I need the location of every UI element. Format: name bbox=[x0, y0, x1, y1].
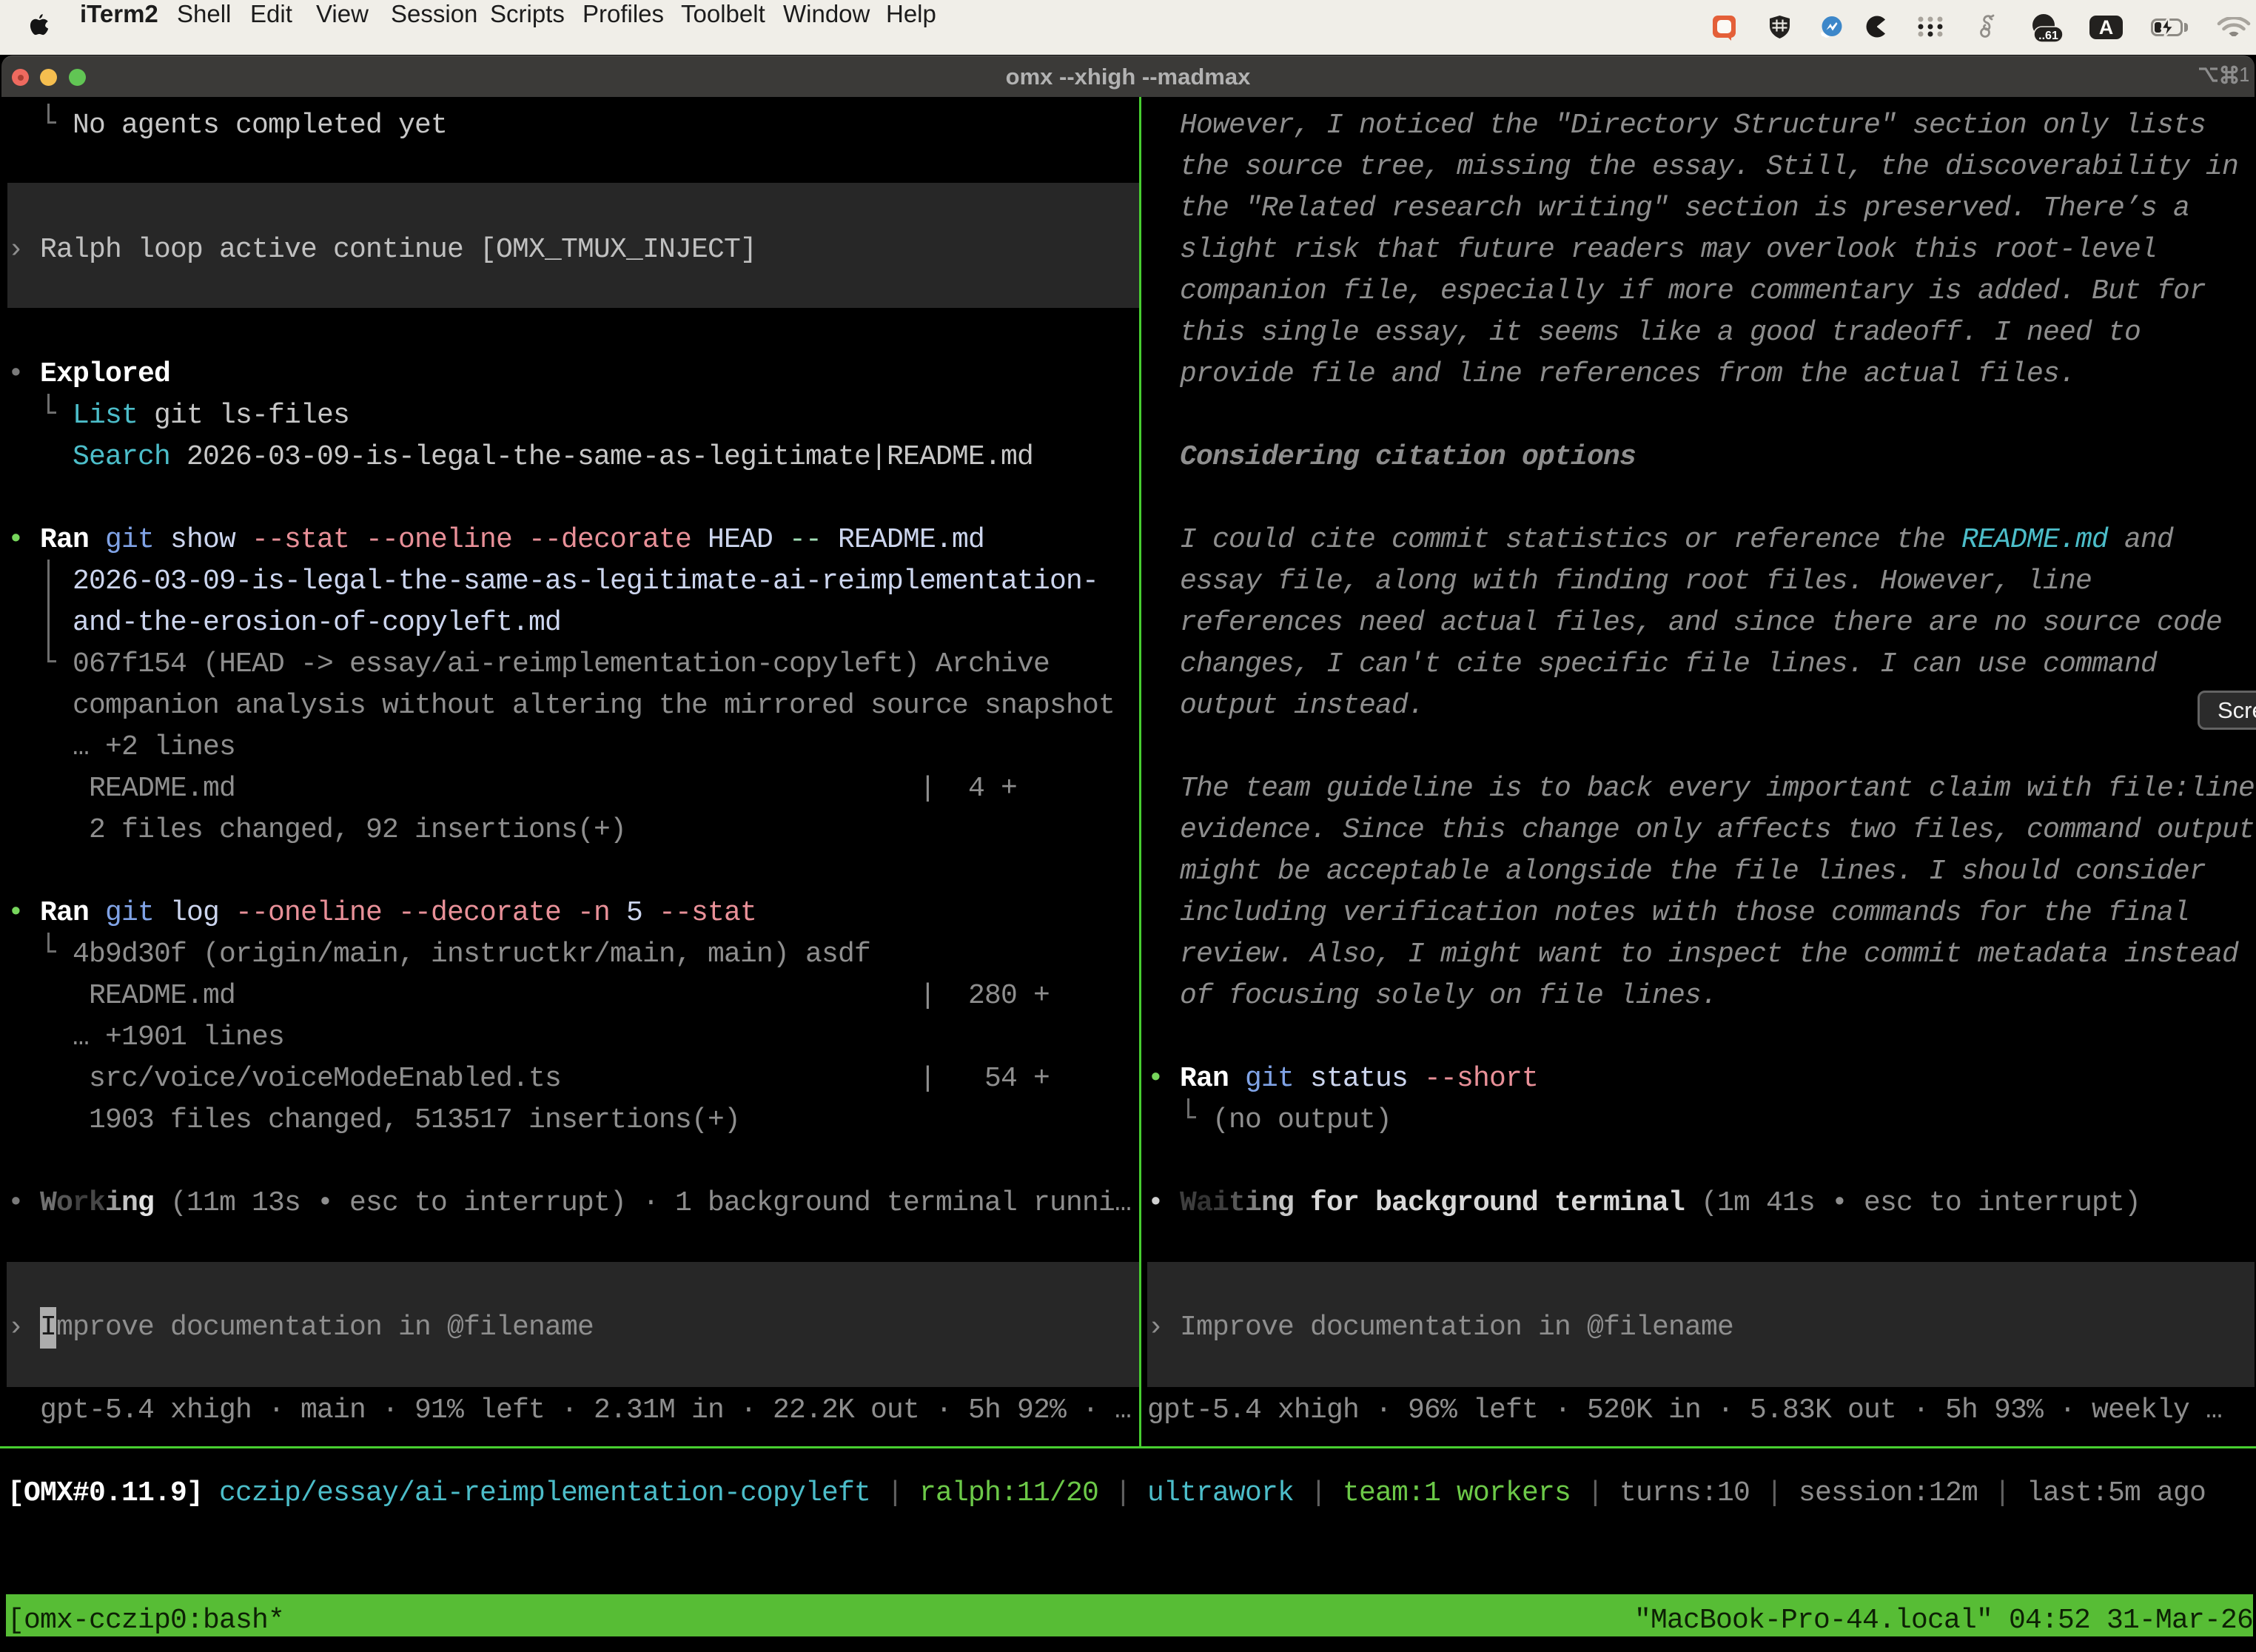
svg-text:1: 1 bbox=[2239, 64, 2249, 85]
svg-text:..61: ..61 bbox=[2038, 30, 2058, 42]
